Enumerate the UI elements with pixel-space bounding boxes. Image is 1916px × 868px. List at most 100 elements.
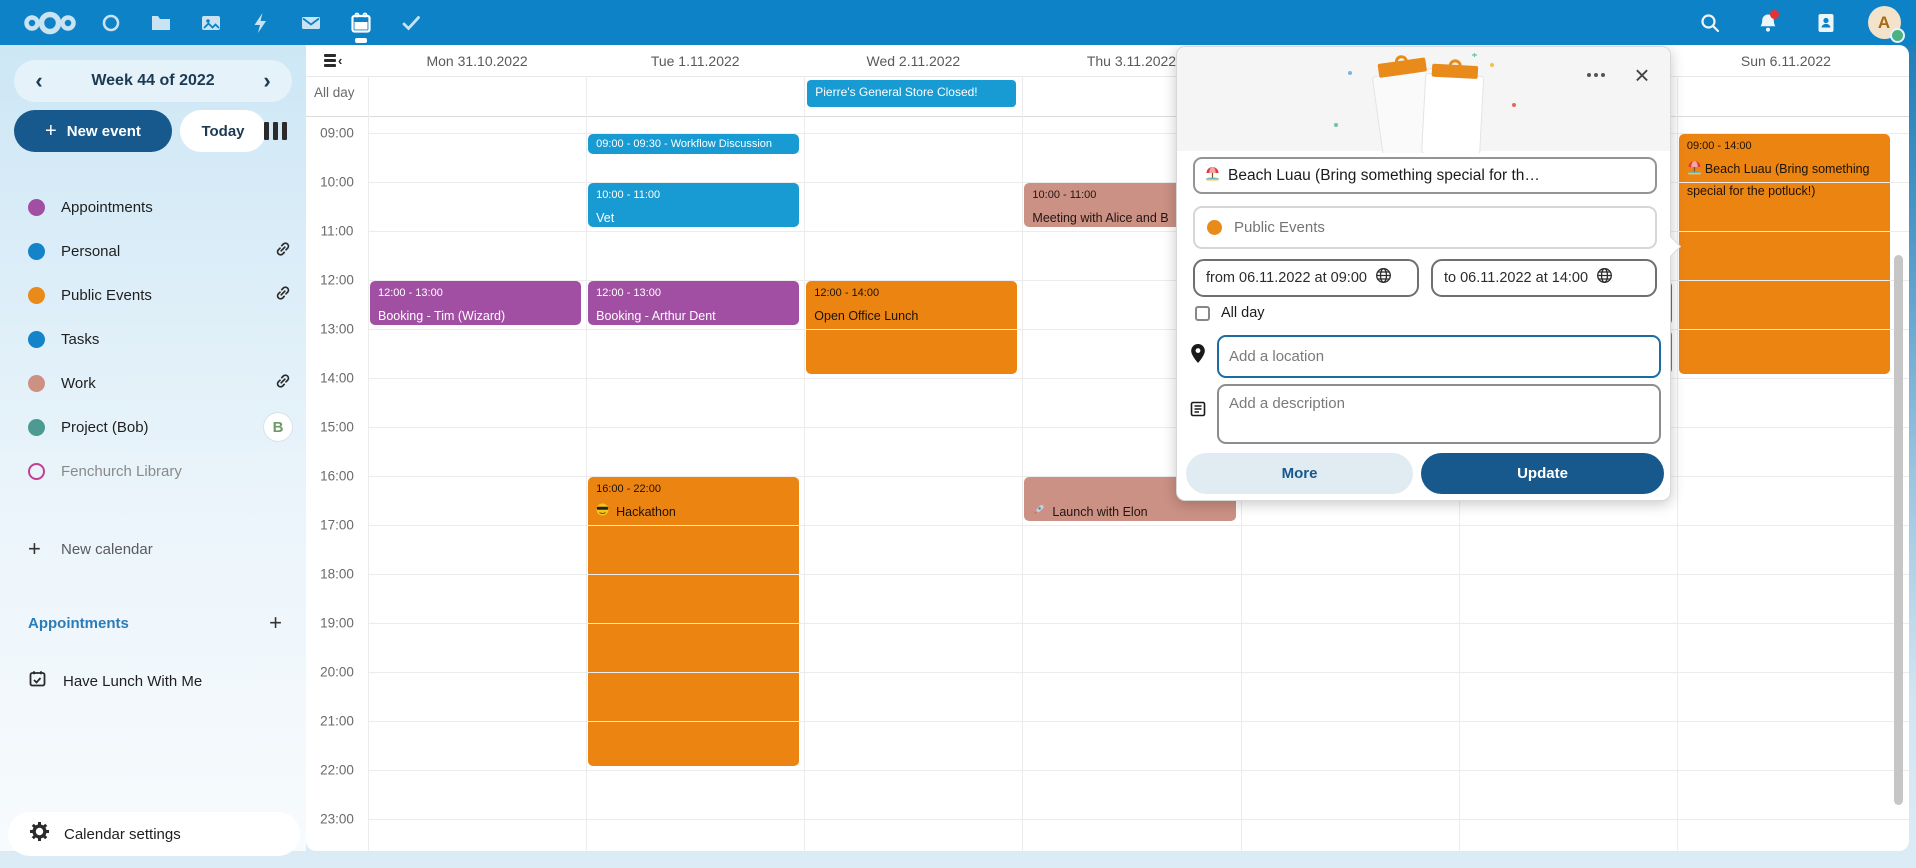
hour-gridline	[368, 525, 1909, 526]
start-datetime-picker[interactable]: from 06.11.2022 at 09:00	[1193, 259, 1419, 297]
contacts-icon[interactable]	[1804, 0, 1848, 45]
collapse-columns-icon[interactable]: ‹	[324, 53, 342, 68]
event-title: Booking - Arthur Dent	[596, 306, 791, 325]
beach-umbrella-icon	[1687, 160, 1702, 181]
day-column[interactable]	[804, 76, 1022, 851]
popup-header: ×	[1177, 47, 1670, 151]
day-header: Sun 6.11.2022	[1677, 45, 1895, 76]
calendar-event[interactable]: 09:00 - 14:00Beach Luau (Bring something…	[1679, 134, 1890, 374]
previous-week-button[interactable]: ‹	[24, 66, 54, 96]
notifications-bell-icon[interactable]	[1746, 0, 1790, 45]
update-button[interactable]: Update	[1421, 453, 1664, 494]
all-day-checkbox[interactable]	[1195, 306, 1210, 321]
rocket-icon	[1032, 502, 1045, 521]
share-link-icon[interactable]	[274, 372, 292, 395]
day-header: Tue 1.11.2022	[586, 45, 804, 76]
event-title: Hackathon	[596, 502, 791, 522]
calendar-event[interactable]: 10:00 - 11:00Vet	[588, 183, 799, 227]
event-time: 12:00 - 13:00	[378, 287, 573, 299]
avatar[interactable]: A	[1868, 6, 1901, 39]
calendar-label: Project (Bob)	[61, 419, 264, 436]
new-event-button[interactable]: + New event	[14, 110, 172, 152]
today-button[interactable]: Today	[180, 110, 266, 152]
sidebar-calendar-work[interactable]: Work	[0, 361, 306, 405]
more-actions-icon[interactable]	[1580, 61, 1612, 89]
end-datetime-picker[interactable]: to 06.11.2022 at 14:00	[1431, 259, 1657, 297]
description-icon	[1189, 400, 1207, 423]
sidebar-calendar-appointments[interactable]: Appointments	[0, 185, 306, 229]
new-calendar-button[interactable]: + New calendar	[0, 527, 306, 571]
share-link-icon[interactable]	[274, 284, 292, 307]
time-label: 20:00	[306, 665, 368, 680]
appointments-section: Appointments +	[0, 603, 306, 643]
timezone-globe-icon[interactable]	[1596, 267, 1613, 289]
new-calendar-label: New calendar	[61, 541, 153, 558]
activity-icon[interactable]	[236, 0, 286, 45]
hour-gridline	[368, 378, 1909, 379]
event-title-row	[1193, 157, 1657, 194]
time-label: 23:00	[306, 812, 368, 827]
add-appointment-button[interactable]: +	[269, 610, 282, 636]
avatar-letter: A	[1878, 13, 1890, 33]
sidebar-calendar-project-bob-[interactable]: Project (Bob)B	[0, 405, 306, 449]
top-bar: A	[0, 0, 1916, 45]
event-editor-popup: × Public Events from 06.11.2022 at 09:00…	[1176, 46, 1671, 501]
calendar-settings-button[interactable]: Calendar settings	[8, 812, 300, 856]
topbar-right: A	[1688, 0, 1906, 45]
week-navigation: ‹ Week 44 of 2022 ›	[14, 60, 292, 102]
search-icon[interactable]	[1688, 0, 1732, 45]
beach-umbrella-icon	[1205, 166, 1220, 186]
dashboard-icon[interactable]	[86, 0, 136, 45]
hour-gridline	[368, 280, 1909, 281]
close-icon[interactable]: ×	[1626, 61, 1658, 89]
event-title-input[interactable]	[1228, 167, 1645, 185]
description-input[interactable]	[1217, 384, 1661, 444]
timezone-globe-icon[interactable]	[1375, 267, 1392, 289]
calendar-event[interactable]: 12:00 - 13:00Booking - Tim (Wizard)	[370, 281, 581, 325]
time-label: 16:00	[306, 469, 368, 484]
event-time: 10:00 - 11:00	[596, 189, 791, 201]
all-day-event[interactable]: Pierre's General Store Closed!	[807, 80, 1016, 107]
time-label: 22:00	[306, 763, 368, 778]
calendar-list: AppointmentsPersonalPublic EventsTasksWo…	[0, 185, 306, 493]
calendar-event[interactable]: 12:00 - 13:00Booking - Arthur Dent	[588, 281, 799, 325]
calendar-event[interactable]: 12:00 - 14:00Open Office Lunch	[806, 281, 1017, 374]
files-icon[interactable]	[136, 0, 186, 45]
user-menu[interactable]: A	[1862, 0, 1906, 45]
calendar-color-dot	[28, 331, 45, 348]
all-day-toggle[interactable]: All day	[1195, 305, 1265, 321]
shared-by-badge: B	[264, 413, 292, 441]
sidebar-calendar-personal[interactable]: Personal	[0, 229, 306, 273]
view-columns-icon[interactable]	[264, 122, 287, 140]
calendar-event[interactable]: 16:00 - 22:00Hackathon	[588, 477, 799, 766]
day-column[interactable]	[368, 76, 586, 851]
calendar-event[interactable]: 09:00 - 09:30 - Workflow Discussion	[588, 134, 799, 154]
plus-icon: +	[28, 536, 61, 562]
location-input[interactable]	[1217, 335, 1661, 378]
sidebar-calendar-tasks[interactable]: Tasks	[0, 317, 306, 361]
gear-icon	[30, 822, 49, 846]
mail-icon[interactable]	[286, 0, 336, 45]
scrollbar[interactable]	[1894, 255, 1903, 805]
appointment-link-item[interactable]: Have Lunch With Me	[0, 659, 306, 703]
settings-label: Calendar settings	[64, 826, 181, 843]
hour-gridline	[368, 672, 1909, 673]
more-button[interactable]: More	[1186, 453, 1413, 494]
appointment-link-label: Have Lunch With Me	[63, 673, 202, 690]
tasks-icon[interactable]	[386, 0, 436, 45]
event-title: Beach Luau (Bring something special for …	[1687, 159, 1882, 201]
time-label: 15:00	[306, 420, 368, 435]
nextcloud-logo[interactable]	[14, 0, 86, 45]
hour-gridline	[368, 182, 1909, 183]
calendar-select[interactable]: Public Events	[1193, 206, 1657, 249]
sidebar-calendar-fenchurch-library[interactable]: Fenchurch Library	[0, 449, 306, 493]
photos-icon[interactable]	[186, 0, 236, 45]
time-label: 12:00	[306, 273, 368, 288]
share-link-icon[interactable]	[274, 240, 292, 263]
next-week-button[interactable]: ›	[252, 66, 282, 96]
event-time-title: 09:00 - 09:30 - Workflow Discussion	[596, 138, 772, 150]
calendar-icon[interactable]	[336, 0, 386, 45]
time-label: 13:00	[306, 322, 368, 337]
sidebar-calendar-public-events[interactable]: Public Events	[0, 273, 306, 317]
sidebar: ‹ Week 44 of 2022 › + New event Today Ap…	[0, 45, 306, 851]
